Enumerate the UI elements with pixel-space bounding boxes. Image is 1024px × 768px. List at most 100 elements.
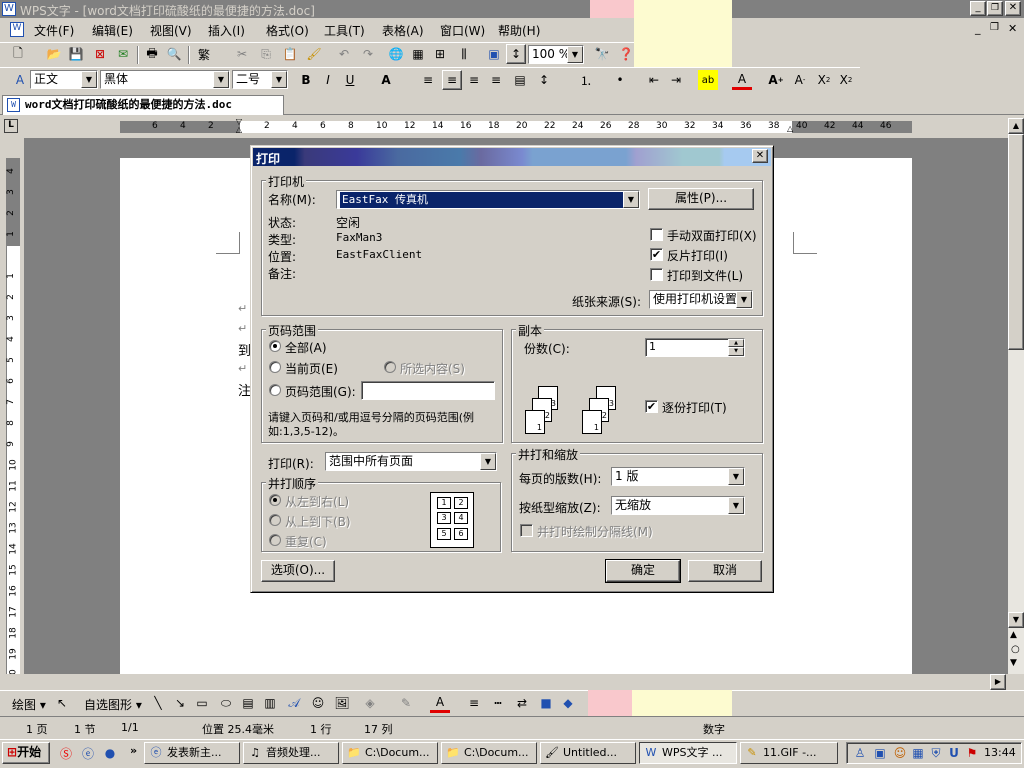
- line-icon[interactable]: ╲: [148, 693, 168, 713]
- copies-spin-up[interactable]: ▲: [728, 339, 744, 347]
- increase-indent-icon[interactable]: ⇥: [666, 70, 686, 90]
- tray-icon[interactable]: ⚑: [962, 743, 982, 763]
- order-ltr-radio[interactable]: [269, 494, 281, 506]
- print-icon[interactable]: 🖶: [142, 44, 162, 64]
- restore-button[interactable]: ❐: [987, 1, 1003, 16]
- collate-checkbox[interactable]: ✔: [645, 400, 658, 413]
- copy-icon[interactable]: ⎘: [256, 44, 276, 64]
- draw-borders-label[interactable]: 并打时绘制分隔线(M): [537, 523, 653, 540]
- size-select[interactable]: 二号 ▼: [232, 70, 288, 89]
- align-right-icon[interactable]: ≡: [464, 70, 484, 90]
- close-button[interactable]: ✕: [1005, 1, 1021, 16]
- print-preview-icon[interactable]: 🔍: [164, 44, 184, 64]
- browse-object-icon[interactable]: ○: [1011, 644, 1020, 655]
- arrow-style-icon[interactable]: ⇄: [512, 693, 532, 713]
- columns-icon[interactable]: ⫼: [454, 44, 474, 64]
- taskbar-item[interactable]: 📁 C:\Docum...: [342, 742, 438, 764]
- 3d-icon[interactable]: ◆: [558, 693, 578, 713]
- range-selection-label[interactable]: 所选内容(S): [400, 360, 465, 377]
- menu-window[interactable]: 窗口(W): [440, 22, 485, 40]
- scroll-right-button[interactable]: ▶: [990, 674, 1006, 690]
- range-current-label[interactable]: 当前页(E): [285, 360, 338, 377]
- print-to-file-checkbox[interactable]: [650, 268, 663, 281]
- align-left-icon[interactable]: ≡: [418, 70, 438, 90]
- format-painter-icon[interactable]: 🖌: [304, 44, 324, 64]
- tray-icon[interactable]: ♙: [850, 743, 870, 763]
- zoom-select[interactable]: 100 % ▼: [528, 45, 584, 64]
- menu-format[interactable]: 格式(O): [266, 22, 309, 40]
- collate-label[interactable]: 逐份打印(T): [662, 399, 727, 416]
- new-doc-icon[interactable]: 🗋: [8, 44, 28, 64]
- line-style-icon[interactable]: ≡: [464, 693, 484, 713]
- justify-icon[interactable]: ≡: [486, 70, 506, 90]
- next-page-icon[interactable]: ▼: [1010, 658, 1017, 668]
- reverse-print-checkbox[interactable]: ✔: [650, 248, 663, 261]
- italic-icon[interactable]: I: [318, 70, 338, 90]
- decrease-indent-icon[interactable]: ⇤: [644, 70, 664, 90]
- shrink-font-icon[interactable]: A-: [790, 70, 810, 90]
- tray-icon[interactable]: ▦: [908, 743, 928, 763]
- reverse-print-label[interactable]: 反片打印(I): [667, 247, 728, 264]
- fill-color-icon[interactable]: ◈: [360, 693, 380, 713]
- left-indent-marker[interactable]: ▽ △: [234, 118, 244, 134]
- shadow-icon[interactable]: ■: [536, 693, 556, 713]
- tray-icon[interactable]: ☺: [890, 743, 910, 763]
- bold-icon[interactable]: B: [296, 70, 316, 90]
- horizontal-scrollbar[interactable]: [0, 674, 1008, 690]
- subscript-icon[interactable]: X2: [836, 70, 856, 90]
- insert-table-icon[interactable]: ⊞: [430, 44, 450, 64]
- manual-duplex-label[interactable]: 手动双面打印(X): [667, 227, 757, 244]
- scroll-up-button[interactable]: ▲: [1008, 118, 1024, 134]
- doc-tab[interactable]: W word文档打印硫酸纸的最便捷的方法.doc: [2, 95, 284, 115]
- rectangle-icon[interactable]: ▭: [192, 693, 212, 713]
- distribute-icon[interactable]: ▤: [510, 70, 530, 90]
- select-pointer-icon[interactable]: ↖: [52, 693, 72, 713]
- show-paragraph-icon[interactable]: ↕: [506, 44, 526, 64]
- taskbar-item[interactable]: 📁 C:\Docum...: [441, 742, 537, 764]
- superscript-icon[interactable]: X2: [814, 70, 834, 90]
- draw-font-color-icon[interactable]: A: [430, 693, 450, 713]
- ruler-corner[interactable]: L: [4, 119, 18, 133]
- order-ttb-radio[interactable]: [269, 514, 281, 526]
- char-shading-icon[interactable]: A: [376, 70, 396, 90]
- tray-icon[interactable]: ▣: [870, 743, 890, 763]
- start-button[interactable]: ⊞开始: [2, 742, 50, 764]
- align-center-icon[interactable]: ≡: [442, 70, 462, 90]
- print-what-select[interactable]: 范围中所有页面 ▼: [325, 452, 497, 471]
- quicklaunch-app-icon[interactable]: Ⓢ: [56, 743, 76, 763]
- ok-button[interactable]: 确定: [605, 559, 681, 583]
- dialog-close-button[interactable]: ✕: [752, 149, 768, 163]
- hyperlink-icon[interactable]: 🌐: [386, 44, 406, 64]
- doc-minimize-button[interactable]: _: [975, 22, 981, 35]
- paper-source-select[interactable]: 使用打印机设置 ▼: [649, 290, 753, 309]
- dialog-title-bar[interactable]: [253, 148, 771, 166]
- range-pages-label[interactable]: 页码范围(G):: [285, 383, 356, 400]
- tray-icon[interactable]: U: [944, 743, 964, 763]
- style-select[interactable]: 正文 ▼: [30, 70, 98, 89]
- find-icon[interactable]: 🔭: [592, 44, 612, 64]
- print-to-file-label[interactable]: 打印到文件(L): [667, 267, 743, 284]
- vertical-textbox-icon[interactable]: ▥: [260, 693, 280, 713]
- open-icon[interactable]: 📂: [44, 44, 64, 64]
- quicklaunch-globe-icon[interactable]: ●: [100, 743, 120, 763]
- pages-per-sheet-select[interactable]: 1 版 ▼: [611, 467, 745, 486]
- range-all-radio[interactable]: [269, 340, 281, 352]
- draw-borders-checkbox[interactable]: [520, 524, 533, 537]
- menu-tools[interactable]: 工具(T): [324, 22, 365, 40]
- doc-restore-button[interactable]: ❐: [990, 22, 999, 33]
- manual-duplex-checkbox[interactable]: [650, 228, 663, 241]
- scale-select[interactable]: 无缩放 ▼: [611, 496, 745, 515]
- right-indent-marker[interactable]: △: [787, 124, 797, 134]
- undo-icon[interactable]: ↶: [334, 44, 354, 64]
- scroll-thumb[interactable]: [1008, 134, 1024, 350]
- styles-icon[interactable]: A: [10, 70, 30, 90]
- picture-icon[interactable]: 🖼: [332, 693, 352, 713]
- menu-help[interactable]: 帮助(H): [498, 22, 540, 40]
- underline-icon[interactable]: U: [340, 70, 360, 90]
- prev-page-icon[interactable]: ▲: [1010, 630, 1017, 640]
- range-pages-input[interactable]: [361, 381, 495, 400]
- menu-view[interactable]: 视图(V): [150, 22, 192, 40]
- range-pages-radio[interactable]: [269, 384, 281, 396]
- bullets-icon[interactable]: •: [610, 70, 630, 90]
- close-doc-icon[interactable]: ⊠: [90, 44, 110, 64]
